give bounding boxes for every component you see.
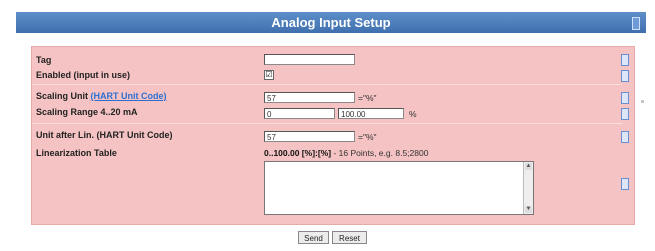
scaling-unit-label-text: Scaling Unit: [36, 91, 89, 101]
enabled-label: Enabled (input in use): [36, 70, 130, 80]
enabled-checkbox[interactable]: ☑: [264, 70, 274, 80]
scaling-range-help-icon[interactable]: [621, 108, 629, 120]
linearization-range: 0..100.00 [%]:[%]: [264, 148, 332, 158]
divider: [32, 84, 622, 85]
page-scrollbar-marker: [641, 100, 644, 103]
unit-after-lin-value-note: ="%": [358, 132, 377, 142]
setup-form-panel: Tag Enabled (input in use) ☑ Scaling Uni…: [31, 46, 635, 225]
scaling-range-label: Scaling Range 4..20 mA: [36, 107, 138, 117]
divider: [32, 123, 622, 124]
scaling-range-unit: %: [409, 109, 417, 119]
scaling-range-to-input[interactable]: 100.00: [338, 108, 404, 119]
help-icon[interactable]: [632, 17, 640, 30]
unit-after-lin-help-icon[interactable]: [621, 131, 629, 143]
unit-after-lin-input[interactable]: 57: [264, 131, 355, 142]
scroll-down-icon[interactable]: ▼: [525, 206, 532, 213]
page-title: Analog Input Setup: [271, 15, 391, 30]
linearization-help-icon[interactable]: [621, 178, 629, 190]
tag-label: Tag: [36, 55, 52, 65]
tag-help-icon[interactable]: [621, 54, 629, 66]
hart-unit-code-link[interactable]: (HART Unit Code): [91, 91, 167, 101]
scaling-range-from-input[interactable]: 0: [264, 108, 335, 119]
scaling-unit-value-note: ="%": [358, 93, 377, 103]
scaling-unit-input[interactable]: 57: [264, 92, 355, 103]
title-bar: Analog Input Setup: [16, 12, 646, 33]
linearization-table-textarea[interactable]: ▲ ▼: [264, 161, 534, 215]
scaling-unit-help-icon[interactable]: [621, 92, 629, 104]
textarea-scrollbar[interactable]: ▲ ▼: [523, 162, 533, 214]
scroll-up-icon[interactable]: ▲: [525, 163, 532, 170]
scaling-unit-label: Scaling Unit (HART Unit Code): [36, 91, 167, 101]
tag-input[interactable]: [264, 54, 355, 65]
linearization-table-label: Linearization Table: [36, 148, 117, 158]
enabled-help-icon[interactable]: [621, 70, 629, 82]
linearization-format: 0..100.00 [%]:[%] - 16 Points, e.g. 8.5;…: [264, 148, 428, 158]
send-button[interactable]: Send: [298, 231, 329, 244]
unit-after-lin-label: Unit after Lin. (HART Unit Code): [36, 130, 173, 140]
reset-button[interactable]: Reset: [332, 231, 367, 244]
linearization-hint: - 16 Points, e.g. 8.5;2800: [331, 148, 429, 158]
